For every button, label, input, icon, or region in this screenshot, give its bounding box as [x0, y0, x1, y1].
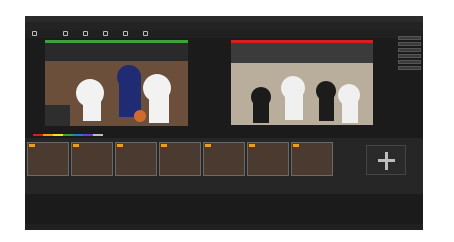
- source-thumb-4[interactable]: [159, 142, 201, 176]
- preview-monitor[interactable]: [45, 43, 188, 126]
- source-thumb-1[interactable]: [27, 142, 69, 176]
- source-thumb-2[interactable]: [71, 142, 113, 176]
- program-monitor[interactable]: [231, 43, 373, 125]
- source-tag: [293, 144, 299, 147]
- source-tag: [117, 144, 123, 147]
- source-tag: [249, 144, 255, 147]
- preview-frame-image: [45, 43, 188, 126]
- bottom-status-bar: [25, 224, 423, 230]
- right-button-4[interactable]: [398, 54, 421, 58]
- source-thumb-5[interactable]: [203, 142, 245, 176]
- add-source-button[interactable]: [366, 145, 406, 175]
- toolbar-icon[interactable]: [123, 31, 128, 36]
- right-control-panel: [397, 36, 423, 126]
- right-button-6[interactable]: [398, 66, 421, 70]
- right-button-5[interactable]: [398, 60, 421, 64]
- source-tag: [73, 144, 79, 147]
- source-tag: [29, 144, 35, 147]
- source-thumb-3[interactable]: [115, 142, 157, 176]
- right-button-1[interactable]: [398, 36, 421, 40]
- tool-bar: [25, 30, 423, 38]
- toolbar-icon[interactable]: [143, 31, 148, 36]
- toolbar-icon[interactable]: [32, 31, 37, 36]
- menu-bar: [25, 22, 423, 30]
- right-button-3[interactable]: [398, 48, 421, 52]
- toolbar-icon[interactable]: [103, 31, 108, 36]
- right-button-2[interactable]: [398, 42, 421, 46]
- source-tag: [205, 144, 211, 147]
- color-bar: [33, 133, 103, 136]
- color-bar-svg: [33, 134, 103, 136]
- source-thumb-6[interactable]: [247, 142, 289, 176]
- source-tag: [161, 144, 167, 147]
- toolbar-icon[interactable]: [83, 31, 88, 36]
- source-thumb-7[interactable]: [291, 142, 333, 176]
- plus-icon: [378, 152, 395, 170]
- program-frame-image: [231, 43, 373, 125]
- toolbar-icon[interactable]: [63, 31, 68, 36]
- app-window: [25, 16, 423, 230]
